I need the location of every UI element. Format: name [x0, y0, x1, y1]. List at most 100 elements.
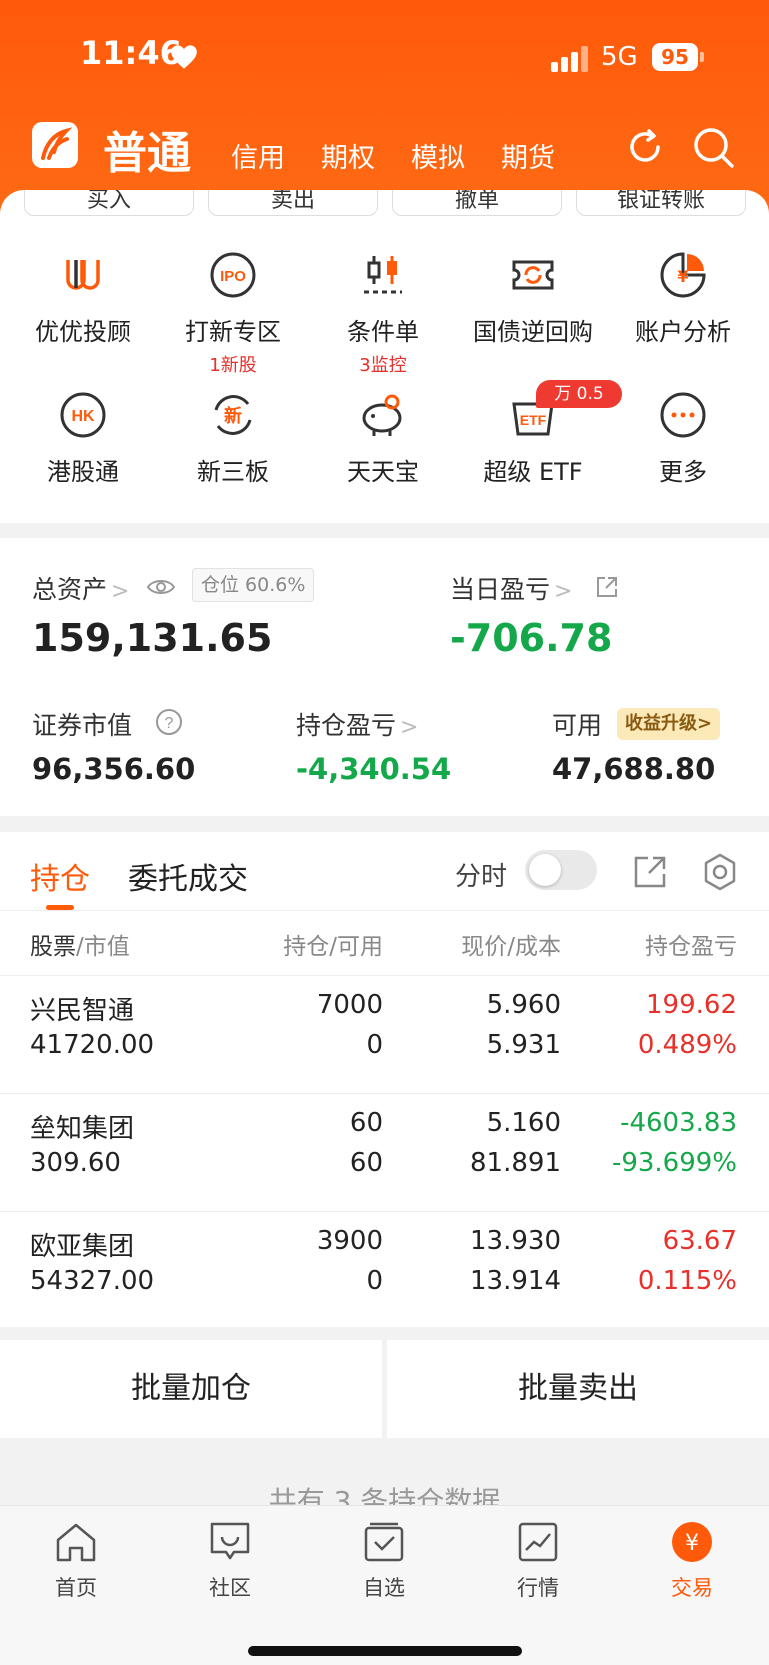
grid-item-more[interactable]: 更多: [608, 390, 758, 487]
hk-icon: HK: [60, 392, 106, 438]
bank-transfer-button[interactable]: 银证转账: [576, 190, 746, 216]
eye-icon[interactable]: [146, 576, 176, 598]
new-board-icon: 新: [214, 395, 252, 435]
grid-label: 超级 ETF: [483, 458, 583, 486]
yield-upgrade-chip[interactable]: 收益升级>: [617, 708, 721, 740]
grid-label: 条件单: [347, 318, 419, 346]
nav-home[interactable]: 首页: [26, 1520, 126, 1602]
col-price-head: 现价/成本: [461, 927, 561, 961]
col-sub: /市值: [76, 934, 130, 960]
available-value: 47,688.80: [552, 752, 716, 786]
tab-futures[interactable]: 期货: [501, 136, 555, 175]
holding-pl-value: -4,340.54: [296, 752, 452, 786]
grid-label: 优优投顾: [35, 318, 131, 346]
tab-options[interactable]: 期权: [321, 136, 375, 175]
market-icon: [518, 1522, 558, 1562]
table-row[interactable]: 垒知集团 309.60 60 60 5.160 81.891 -4603.83 …: [0, 1093, 769, 1211]
grid-item-hk-connect[interactable]: HK 港股通: [8, 390, 158, 487]
svg-text:IPO: IPO: [220, 268, 246, 285]
batch-add-button[interactable]: 批量加仓: [0, 1340, 382, 1438]
col-pl-head: 持仓盈亏: [645, 927, 737, 961]
grid-label: 天天宝: [347, 458, 419, 486]
nav-watchlist[interactable]: 自选: [334, 1520, 434, 1602]
nav-market[interactable]: 行情: [488, 1520, 588, 1602]
status-time: 11:46: [80, 34, 182, 72]
holding-pl-pct: -93.699%: [611, 1148, 737, 1178]
sell-button[interactable]: 卖出: [208, 190, 378, 216]
logo-icon: [41, 127, 73, 160]
svg-text:¥: ¥: [677, 267, 688, 286]
ipo-icon: IPO: [210, 252, 256, 298]
holding-pl: 199.62: [646, 990, 737, 1020]
battery-indicator: 95: [652, 43, 698, 71]
nav-trade[interactable]: ¥ 交易: [642, 1520, 742, 1602]
battery-tip: [700, 52, 704, 62]
app-header: 11:46 5G 95 普通 信用 期权 模拟 期货: [0, 0, 769, 215]
tab-normal[interactable]: 普通: [103, 117, 191, 181]
available-qty: 0: [366, 1030, 383, 1060]
signal-icon: [551, 46, 588, 72]
home-icon: [56, 1523, 96, 1562]
grid-item-tiantianbao[interactable]: 天天宝: [308, 390, 458, 487]
col-main: 持仓: [283, 934, 330, 960]
youyou-icon: [66, 260, 100, 290]
cancel-order-button[interactable]: 撤单: [392, 190, 562, 216]
grid-item-youyou[interactable]: 优优投顾: [8, 250, 158, 347]
search-icon[interactable]: [692, 126, 736, 170]
buy-button[interactable]: 买入: [24, 190, 194, 216]
col-main: 现价: [461, 934, 508, 960]
total-assets-value: 159,131.65: [32, 616, 273, 660]
grid-item-new-third-board[interactable]: 新 新三板: [158, 390, 308, 487]
condition-order-icon: [364, 256, 402, 294]
table-row[interactable]: 兴民智通 41720.00 7000 0 5.960 5.931 199.62 …: [0, 975, 769, 1093]
col-main: 持仓盈亏: [645, 934, 737, 960]
nav-community[interactable]: 社区: [180, 1520, 280, 1602]
position-qty: 7000: [316, 990, 383, 1020]
grid-item-condition-order[interactable]: 条件单 3监控: [308, 250, 458, 377]
etf-fee-badge: 万 0.5: [536, 380, 622, 408]
grid-sub-label: 3监控: [359, 355, 407, 376]
tab-credit[interactable]: 信用: [231, 136, 285, 175]
total-assets-label[interactable]: 总资产 >: [32, 570, 129, 606]
grid-item-ipo[interactable]: IPO 打新专区 1新股: [158, 250, 308, 377]
help-icon[interactable]: ?: [155, 708, 183, 736]
col-sub: /可用: [329, 934, 383, 960]
position-qty: 60: [349, 1108, 383, 1138]
available-qty: 60: [349, 1148, 383, 1178]
gear-icon[interactable]: [700, 852, 740, 892]
svg-text:?: ?: [165, 715, 174, 732]
daily-pl-label[interactable]: 当日盈亏 >: [450, 570, 572, 606]
chevron-right-icon: >: [697, 713, 713, 734]
holding-pl: -4603.83: [620, 1108, 737, 1138]
nav-label: 社区: [209, 1576, 251, 1600]
tab-positions[interactable]: 持仓: [30, 854, 90, 898]
batch-sell-button[interactable]: 批量卖出: [387, 1340, 769, 1438]
chevron-right-icon: >: [400, 715, 419, 740]
svg-text:¥: ¥: [685, 1531, 699, 1556]
export-icon[interactable]: [632, 854, 668, 890]
tab-simulated[interactable]: 模拟: [411, 136, 465, 175]
watchlist-icon: [364, 1522, 404, 1562]
position-ratio-chip: 仓位 60.6%: [192, 568, 315, 602]
grid-item-repo[interactable]: 国债逆回购: [458, 250, 608, 347]
grid-label: 更多: [659, 458, 707, 486]
heart-icon: [171, 45, 197, 69]
share-out-icon[interactable]: [594, 574, 620, 600]
chevron-right-icon: >: [111, 579, 130, 604]
app-logo[interactable]: [32, 122, 78, 168]
stock-name: 垒知集团: [30, 1114, 135, 1144]
market-value-label: 证券市值: [32, 711, 133, 740]
cost-price: 81.891: [470, 1148, 561, 1178]
grid-item-account-analysis[interactable]: ¥ 账户分析: [608, 250, 758, 347]
market-value: 96,356.60: [32, 752, 196, 786]
grid-label: 打新专区: [185, 318, 281, 346]
col-sub: /成本: [507, 934, 561, 960]
tab-orders[interactable]: 委托成交: [128, 854, 248, 898]
intraday-toggle[interactable]: [525, 850, 597, 890]
nav-label: 行情: [517, 1576, 559, 1600]
divider: [0, 910, 769, 911]
holding-pl: 63.67: [662, 1226, 737, 1256]
holding-pl-label[interactable]: 持仓盈亏 >: [296, 706, 418, 742]
table-row[interactable]: 欧亚集团 54327.00 3900 0 13.930 13.914 63.67…: [0, 1211, 769, 1329]
refresh-icon[interactable]: [624, 126, 666, 168]
